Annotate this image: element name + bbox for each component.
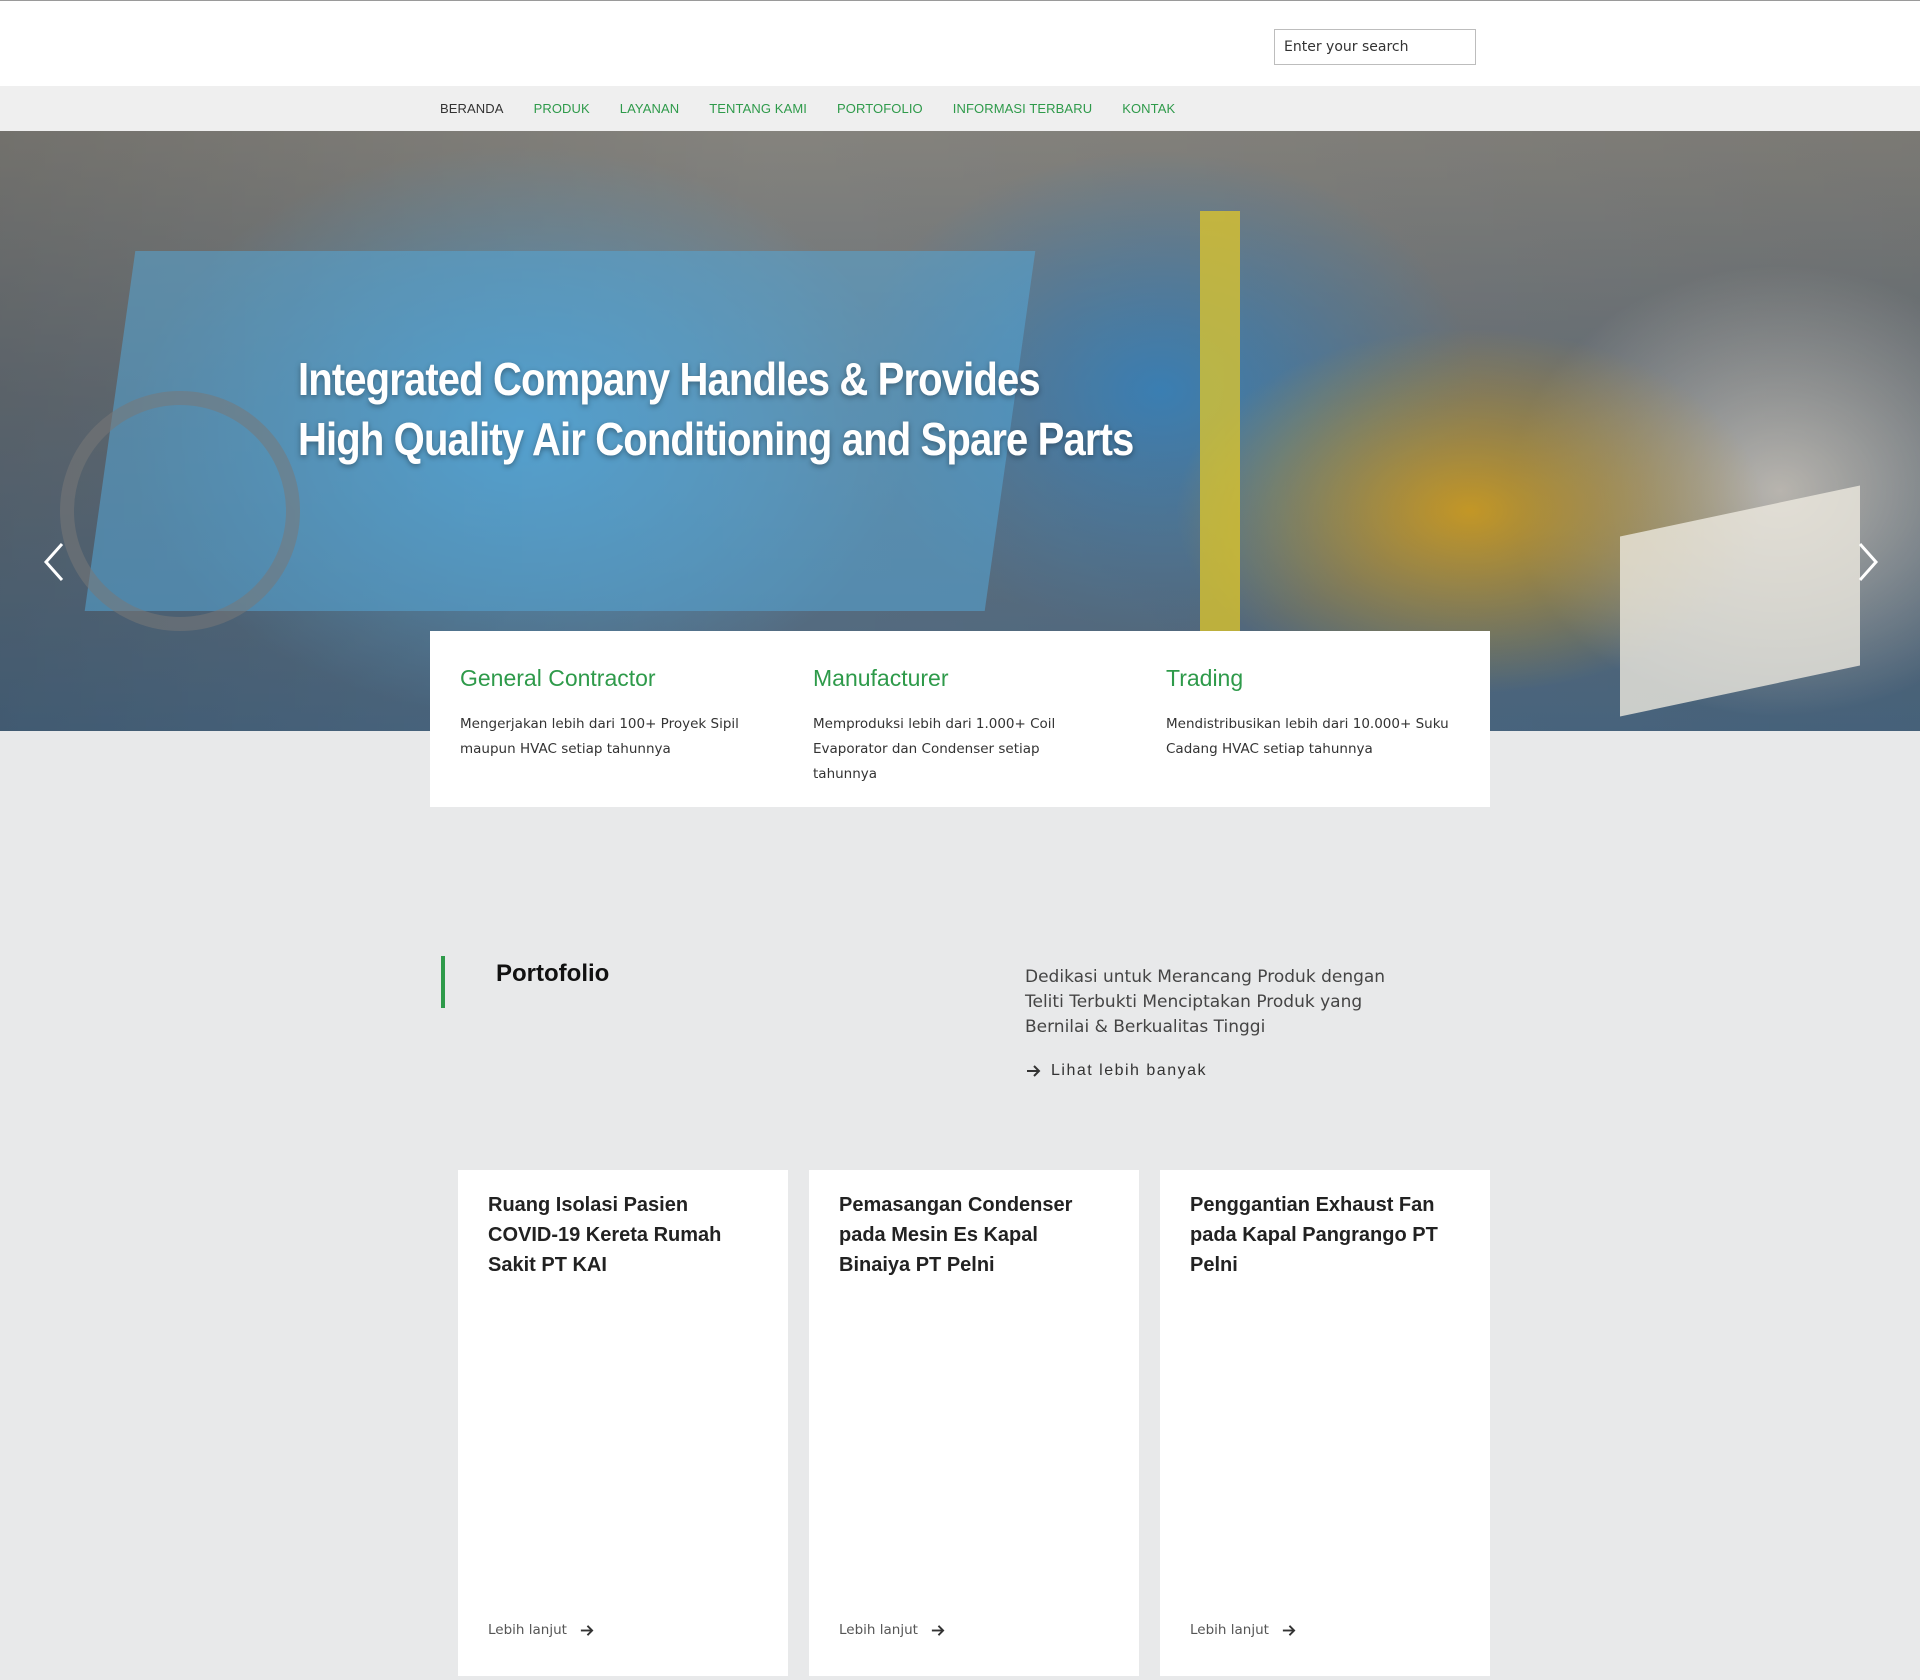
hero-title-line1: Integrated Company Handles & Provides (298, 353, 1041, 405)
nav-item-informasi-terbaru[interactable]: INFORMASI TERBARU (953, 101, 1092, 116)
slider-prev-button[interactable] (36, 534, 76, 590)
section-accent-bar (441, 956, 445, 1008)
nav-item-kontak[interactable]: KONTAK (1122, 101, 1175, 116)
portfolio-description: Dedikasi untuk Merancang Produk dengan T… (1025, 967, 1386, 1037)
portfolio-card-title: Ruang Isolasi Pasien COVID-19 Kereta Rum… (488, 1194, 722, 1276)
portfolio-card[interactable]: Ruang Isolasi Pasien COVID-19 Kereta Rum… (458, 1170, 788, 1676)
portfolio-card[interactable]: Penggantian Exhaust Fan pada Kapal Pangr… (1160, 1170, 1490, 1676)
see-more-label: Lihat lebih banyak (1051, 1062, 1207, 1079)
feature-text: Mendistribusikan lebih dari 10.000+ Suku… (1166, 716, 1449, 757)
hero-title: Integrated Company Handles & Provides Hi… (298, 349, 1168, 469)
hero-title-line2: High Quality Air Conditioning and Spare … (298, 413, 1134, 465)
arrow-right-icon (1027, 1065, 1041, 1077)
arrow-right-icon (931, 1624, 945, 1636)
read-more-link[interactable]: Lebih lanjut (488, 1622, 594, 1638)
read-more-label: Lebih lanjut (488, 1622, 567, 1638)
feature-general-contractor: General Contractor Mengerjakan lebih dar… (430, 631, 783, 807)
see-more-link[interactable]: Lihat lebih banyak (1025, 1062, 1207, 1080)
feature-text: Memproduksi lebih dari 1.000+ Coil Evapo… (813, 716, 1056, 782)
feature-title: Manufacturer (813, 665, 949, 691)
main-navigation: BERANDA PRODUK LAYANAN TENTANG KAMI PORT… (0, 86, 1920, 131)
feature-panel: General Contractor Mengerjakan lebih dar… (430, 631, 1490, 807)
read-more-link[interactable]: Lebih lanjut (839, 1622, 945, 1638)
portfolio-card-title: Penggantian Exhaust Fan pada Kapal Pangr… (1190, 1194, 1438, 1276)
search-input[interactable] (1274, 29, 1476, 65)
nav-item-produk[interactable]: PRODUK (534, 101, 590, 116)
nav-item-beranda[interactable]: BERANDA (440, 101, 504, 116)
feature-trading: Trading Mendistribusikan lebih dari 10.0… (1136, 631, 1489, 807)
portfolio-card-title: Pemasangan Condenser pada Mesin Es Kapal… (839, 1194, 1073, 1276)
read-more-label: Lebih lanjut (839, 1622, 918, 1638)
arrow-right-icon (1282, 1624, 1296, 1636)
portfolio-heading: Portofolio (496, 960, 610, 987)
top-header (0, 0, 1920, 86)
nav-menu: BERANDA PRODUK LAYANAN TENTANG KAMI PORT… (440, 86, 1205, 131)
read-more-label: Lebih lanjut (1190, 1622, 1269, 1638)
read-more-link[interactable]: Lebih lanjut (1190, 1622, 1296, 1638)
hero-background-wheel (60, 391, 300, 631)
portfolio-card[interactable]: Pemasangan Condenser pada Mesin Es Kapal… (809, 1170, 1139, 1676)
slider-next-button[interactable] (1846, 534, 1886, 590)
chevron-right-icon (1858, 543, 1879, 581)
hero-background-control-panel (1620, 485, 1860, 717)
feature-manufacturer: Manufacturer Memproduksi lebih dari 1.00… (783, 631, 1136, 807)
chevron-left-icon (43, 543, 64, 581)
feature-text: Mengerjakan lebih dari 100+ Proyek Sipil… (460, 716, 739, 757)
nav-item-tentang-kami[interactable]: TENTANG KAMI (709, 101, 807, 116)
feature-title: Trading (1166, 665, 1244, 691)
nav-item-layanan[interactable]: LAYANAN (620, 101, 679, 116)
nav-item-portofolio[interactable]: PORTOFOLIO (837, 101, 923, 116)
arrow-right-icon (580, 1624, 594, 1636)
feature-title: General Contractor (460, 665, 656, 691)
